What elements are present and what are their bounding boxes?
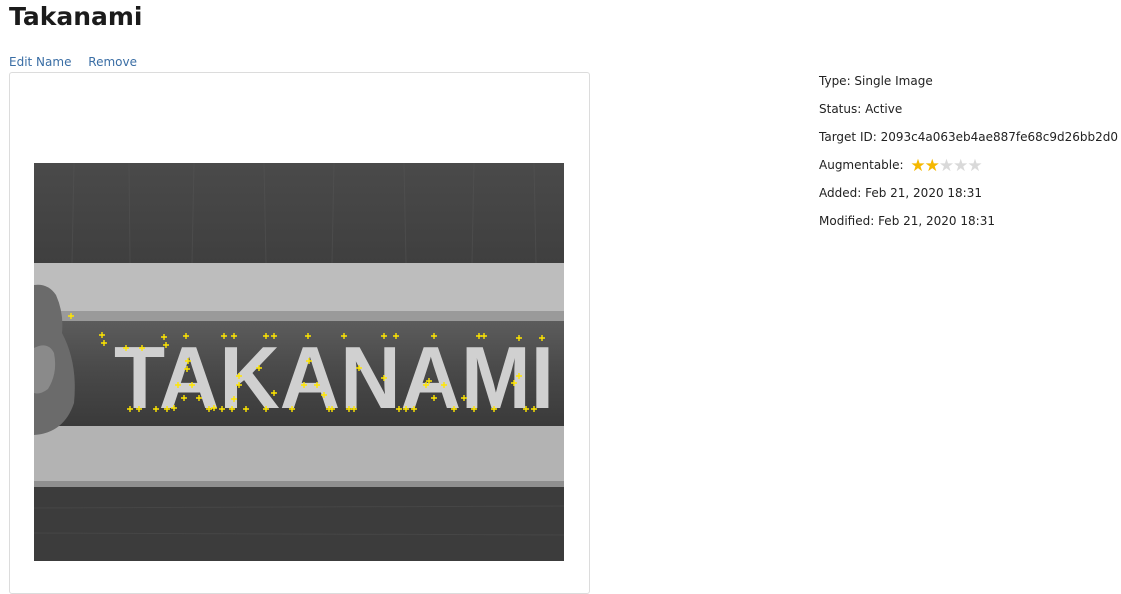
- star-icon: ★: [967, 156, 982, 176]
- type-field: Type: Single Image: [819, 74, 933, 88]
- star-icon: ★: [910, 156, 925, 176]
- remove-link[interactable]: Remove: [88, 55, 137, 69]
- augmentable-rating: ★★★★★: [910, 156, 982, 176]
- target-image: TAKANAMI: [34, 163, 564, 561]
- status-field: Status: Active: [819, 102, 903, 116]
- added-field: Added: Feb 21, 2020 18:31: [819, 186, 982, 200]
- page-title: Takanami: [9, 2, 143, 31]
- augmentable-label: Augmentable:: [819, 158, 904, 172]
- target-actions: Edit Name Remove: [9, 55, 150, 69]
- star-icon: ★: [953, 156, 968, 176]
- edit-name-link[interactable]: Edit Name: [9, 55, 71, 69]
- star-icon: ★: [924, 156, 940, 176]
- image-word: TAKANAMI: [114, 328, 554, 427]
- augmentable-field: Augmentable: ★★★★★: [819, 156, 1118, 184]
- star-icon: ★: [938, 156, 954, 176]
- target-details: Type: Single Image Status: Active Target…: [819, 72, 1118, 240]
- target-image-card: TAKANAMI: [9, 72, 590, 594]
- target-id-field: Target ID: 2093c4a063eb4ae887fe68c9d26bb…: [819, 130, 1118, 144]
- modified-field: Modified: Feb 21, 2020 18:31: [819, 214, 995, 228]
